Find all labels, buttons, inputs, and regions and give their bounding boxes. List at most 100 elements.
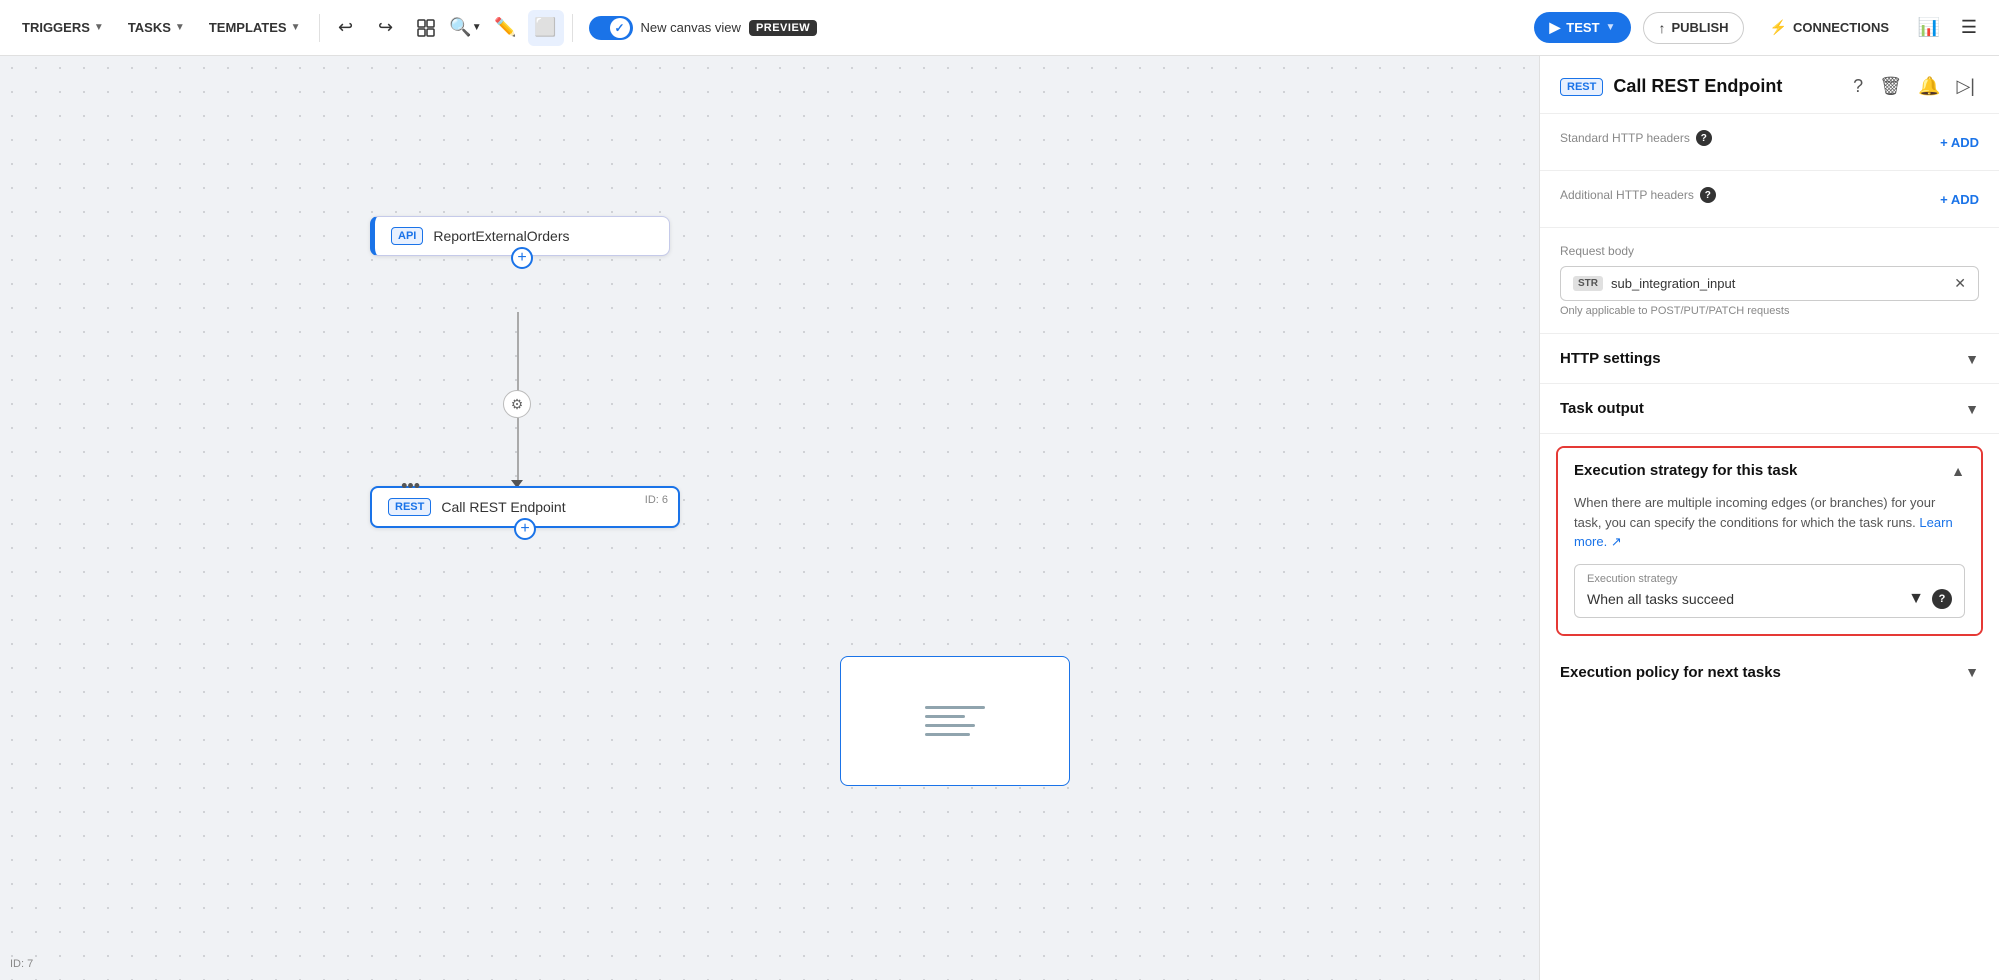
api-node-label: ReportExternalOrders: [433, 228, 653, 244]
test-label: TEST: [1566, 20, 1599, 35]
rest-node-label: Call REST Endpoint: [441, 499, 662, 515]
exec-strategy-row: When all tasks succeed ▼ ?: [1587, 589, 1952, 609]
canvas-toggle: New canvas view PREVIEW: [589, 16, 818, 40]
test-button[interactable]: ▶ TEST ▼: [1534, 12, 1632, 43]
panel-title: Call REST Endpoint: [1613, 76, 1839, 97]
std-http-section: Standard HTTP headers ? + ADD: [1540, 114, 1999, 171]
request-body-clear[interactable]: ✕: [1954, 275, 1966, 292]
canvas-view-button[interactable]: ⬜: [528, 10, 564, 46]
exec-policy-label: Execution policy for next tasks: [1560, 664, 1781, 681]
divider-1: [319, 14, 320, 42]
std-http-label-row: Standard HTTP headers ?: [1560, 130, 1712, 146]
request-body-field[interactable]: STR sub_integration_input ✕: [1560, 266, 1979, 301]
std-http-label: Standard HTTP headers: [1560, 131, 1690, 145]
exec-section-chevron: ▲: [1951, 463, 1965, 479]
layout-button[interactable]: [408, 10, 444, 46]
additional-http-help-icon[interactable]: ?: [1700, 187, 1716, 203]
right-panel: REST Call REST Endpoint ? 🗑 🔔 ▷| Standar…: [1539, 56, 1999, 980]
panel-delete-button[interactable]: 🗑: [1875, 72, 1906, 101]
exec-strategy-label: Execution strategy: [1587, 573, 1952, 585]
additional-http-section: Additional HTTP headers ? + ADD: [1540, 171, 1999, 228]
new-canvas-toggle[interactable]: [589, 16, 633, 40]
panel-bell-button[interactable]: 🔔: [1914, 72, 1944, 101]
exec-section-body: When there are multiple incoming edges (…: [1558, 493, 1981, 634]
rest-node-plus[interactable]: +: [514, 518, 536, 540]
task-output-label: Task output: [1560, 400, 1644, 417]
layout-icon: [416, 18, 436, 38]
connections-label: CONNECTIONS: [1793, 20, 1889, 35]
api-node-plus[interactable]: +: [511, 247, 533, 269]
mini-node-lines: [925, 706, 985, 736]
request-body-label: Request body: [1560, 244, 1979, 258]
panel-rest-badge: REST: [1560, 78, 1603, 96]
templates-label: TEMPLATES: [209, 20, 287, 35]
mini-line-2: [925, 715, 965, 718]
std-http-help-icon[interactable]: ?: [1696, 130, 1712, 146]
zoom-arrow: ▼: [472, 22, 482, 33]
mini-node[interactable]: [840, 656, 1070, 786]
exec-strategy-value: When all tasks succeed: [1587, 591, 1734, 607]
exec-strategy-dropdown[interactable]: ▼: [1908, 590, 1924, 608]
templates-menu[interactable]: TEMPLATES ▼: [199, 14, 311, 41]
wand-button[interactable]: ✏️: [488, 10, 524, 46]
additional-http-row: Additional HTTP headers ? + ADD: [1560, 187, 1979, 211]
mini-line-4: [925, 733, 970, 736]
id-label: ID: 7: [10, 958, 33, 970]
task-output-section[interactable]: Task output ▼: [1540, 384, 1999, 434]
additional-http-add-link[interactable]: + ADD: [1940, 192, 1979, 207]
publish-icon: ↑: [1658, 20, 1665, 36]
panel-header: REST Call REST Endpoint ? 🗑 🔔 ▷|: [1540, 56, 1999, 114]
http-settings-section[interactable]: HTTP settings ▼: [1540, 334, 1999, 384]
panel-help-button[interactable]: ?: [1849, 72, 1867, 101]
rest-badge: REST: [388, 498, 431, 516]
tasks-menu[interactable]: TASKS ▼: [118, 14, 195, 41]
canvas[interactable]: API ReportExternalOrders + ⚙ REST Call R…: [0, 56, 1539, 980]
connector-top: [517, 312, 519, 392]
request-body-note: Only applicable to POST/PUT/PATCH reques…: [1560, 305, 1979, 317]
api-badge: API: [391, 227, 423, 245]
exec-desc: When there are multiple incoming edges (…: [1574, 493, 1965, 552]
request-body-value: sub_integration_input: [1611, 276, 1946, 291]
request-body-label-text: Request body: [1560, 244, 1634, 258]
http-settings-chevron: ▼: [1965, 351, 1979, 367]
exec-policy-section[interactable]: Execution policy for next tasks ▼: [1540, 648, 1999, 697]
gear-connector[interactable]: ⚙: [503, 390, 531, 418]
tasks-label: TASKS: [128, 20, 171, 35]
preview-badge: PREVIEW: [749, 20, 817, 36]
publish-label: PUBLISH: [1671, 20, 1728, 35]
exec-strategy-help[interactable]: ?: [1932, 589, 1952, 609]
api-node[interactable]: API ReportExternalOrders +: [370, 216, 670, 256]
triggers-menu[interactable]: TRIGGERS ▼: [12, 14, 114, 41]
exec-section-header[interactable]: Execution strategy for this task ▲: [1558, 448, 1981, 493]
connections-icon: ⚡: [1770, 19, 1787, 36]
exec-strategy-icons: ▼ ?: [1908, 589, 1952, 609]
test-play-icon: ▶: [1550, 19, 1561, 36]
canvas-toggle-label: New canvas view: [641, 20, 741, 35]
redo-button[interactable]: ↪: [368, 10, 404, 46]
zoom-button[interactable]: 🔍 ▼: [448, 10, 484, 46]
analytics-button[interactable]: 📊: [1911, 10, 1947, 46]
task-output-chevron: ▼: [1965, 401, 1979, 417]
tasks-arrow: ▼: [175, 22, 185, 33]
additional-http-label: Additional HTTP headers: [1560, 188, 1694, 202]
panel-header-icons: ? 🗑 🔔 ▷|: [1849, 72, 1979, 101]
toolbar: TRIGGERS ▼ TASKS ▼ TEMPLATES ▼ ↩ ↪ 🔍 ▼ ✏…: [0, 0, 1999, 56]
exec-strategy-section: Execution strategy for this task ▲ When …: [1556, 446, 1983, 636]
triggers-arrow: ▼: [94, 22, 104, 33]
triggers-label: TRIGGERS: [22, 20, 90, 35]
exec-section-title: Execution strategy for this task: [1574, 462, 1797, 479]
panel-expand-button[interactable]: ▷|: [1952, 72, 1979, 101]
connections-button[interactable]: ⚡ CONNECTIONS: [1756, 12, 1904, 43]
exec-policy-chevron: ▼: [1965, 664, 1979, 680]
undo-button[interactable]: ↩: [328, 10, 364, 46]
http-settings-label: HTTP settings: [1560, 350, 1661, 367]
mini-line-1: [925, 706, 985, 709]
request-body-section: Request body STR sub_integration_input ✕…: [1540, 228, 1999, 334]
publish-button[interactable]: ↑ PUBLISH: [1643, 12, 1743, 44]
std-http-add-link[interactable]: + ADD: [1940, 135, 1979, 150]
divider-2: [572, 14, 573, 42]
main-area: API ReportExternalOrders + ⚙ REST Call R…: [0, 56, 1999, 980]
rest-node-menu[interactable]: •••: [401, 476, 420, 497]
str-badge: STR: [1573, 276, 1603, 291]
menu-button[interactable]: ☰: [1951, 10, 1987, 46]
